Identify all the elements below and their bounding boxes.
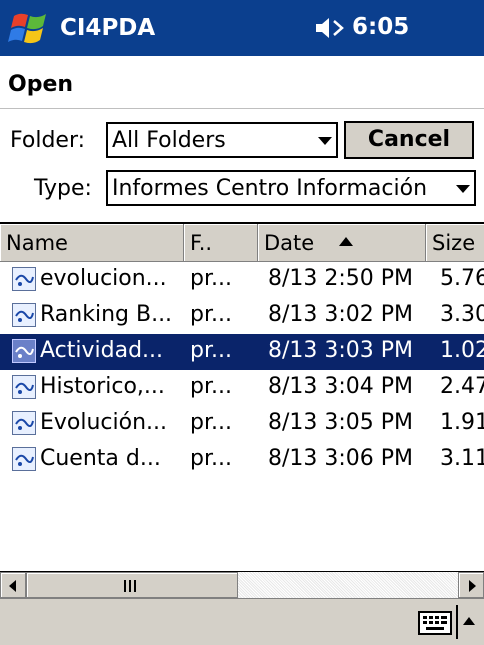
sip-divider	[456, 605, 458, 639]
sip-up-arrow-icon[interactable]	[463, 617, 475, 625]
file-folder: pr...	[190, 446, 232, 471]
file-date: 8/13 3:04 PM	[268, 374, 414, 399]
document-icon	[12, 375, 36, 399]
file-name: Actividad...	[40, 338, 164, 363]
file-folder: pr...	[190, 374, 232, 399]
folder-dropdown-value: All Folders	[112, 128, 226, 153]
file-name: Evolución...	[40, 410, 168, 435]
file-name: evolucion...	[40, 266, 167, 291]
file-size: 3.11	[440, 446, 484, 471]
folder-dropdown[interactable]: All Folders	[106, 122, 338, 158]
sort-ascending-icon	[338, 236, 353, 246]
chevron-down-icon	[456, 185, 470, 193]
type-dropdown[interactable]: Informes Centro Información	[106, 170, 476, 206]
document-icon	[12, 411, 36, 435]
file-name: Cuenta d...	[40, 446, 161, 471]
file-date: 8/13 3:03 PM	[268, 338, 414, 363]
heading-divider	[0, 108, 484, 109]
file-date: 8/13 2:50 PM	[268, 266, 414, 291]
file-list[interactable]: Name F.. Date Size evolucion... pr... 8/…	[0, 222, 484, 572]
file-folder: pr...	[190, 302, 232, 327]
title-bar: CI4PDA 6:05	[0, 0, 484, 56]
file-name: Ranking B...	[40, 302, 173, 327]
file-folder: pr...	[190, 410, 232, 435]
file-date: 8/13 3:02 PM	[268, 302, 414, 327]
file-folder: pr...	[190, 266, 232, 291]
document-icon	[12, 339, 36, 363]
file-row[interactable]: Cuenta d... pr... 8/13 3:06 PM 3.11	[0, 442, 484, 478]
file-date: 8/13 3:06 PM	[268, 446, 414, 471]
document-icon	[12, 267, 36, 291]
list-header: Name F.. Date Size	[0, 224, 484, 262]
file-row[interactable]: Ranking B... pr... 8/13 3:02 PM 3.30	[0, 298, 484, 334]
column-header-folder[interactable]: F..	[184, 224, 258, 262]
column-header-name[interactable]: Name	[0, 224, 184, 262]
arrow-left-icon	[9, 580, 16, 592]
file-size: 1.02	[440, 338, 484, 363]
type-label: Type:	[34, 176, 92, 201]
file-date: 8/13 3:05 PM	[268, 410, 414, 435]
scroll-left-button[interactable]	[0, 572, 26, 598]
column-header-date[interactable]: Date	[258, 224, 426, 262]
file-size: 1.91	[440, 410, 484, 435]
file-size: 3.30	[440, 302, 484, 327]
folder-label: Folder:	[10, 128, 86, 153]
file-name: Historico,...	[40, 374, 165, 399]
grip-icon	[124, 580, 136, 592]
scrollbar-thumb[interactable]	[26, 572, 238, 598]
file-folder: pr...	[190, 338, 232, 363]
scroll-right-button[interactable]	[458, 572, 484, 598]
cancel-button[interactable]: Cancel	[344, 121, 474, 159]
column-header-folder-label: F..	[190, 231, 213, 255]
keyboard-icon[interactable]	[418, 611, 452, 635]
clock[interactable]: 6:05	[352, 14, 409, 40]
dialog-heading: Open	[8, 72, 74, 97]
file-row[interactable]: Evolución... pr... 8/13 3:05 PM 1.91	[0, 406, 484, 442]
speaker-icon[interactable]	[314, 15, 348, 41]
arrow-right-icon	[469, 580, 476, 592]
file-row[interactable]: evolucion... pr... 8/13 2:50 PM 5.76	[0, 262, 484, 298]
document-icon	[12, 303, 36, 327]
file-size: 5.76	[440, 266, 484, 291]
type-dropdown-value: Informes Centro Información	[112, 176, 428, 201]
column-header-size-label: Size	[432, 231, 476, 255]
windows-start-icon[interactable]	[8, 8, 52, 48]
app-title: CI4PDA	[60, 15, 156, 41]
file-row[interactable]: Historico,... pr... 8/13 3:04 PM 2.47	[0, 370, 484, 406]
column-header-name-label: Name	[6, 231, 68, 255]
document-icon	[12, 447, 36, 471]
file-row-selected[interactable]: Actividad... pr... 8/13 3:03 PM 1.02	[0, 334, 484, 370]
column-header-date-label: Date	[264, 231, 315, 255]
chevron-down-icon	[318, 137, 332, 145]
horizontal-scrollbar[interactable]	[0, 572, 484, 598]
bottom-menu-bar	[0, 598, 484, 645]
file-size: 2.47	[440, 374, 484, 399]
column-header-size[interactable]: Size	[426, 224, 484, 262]
